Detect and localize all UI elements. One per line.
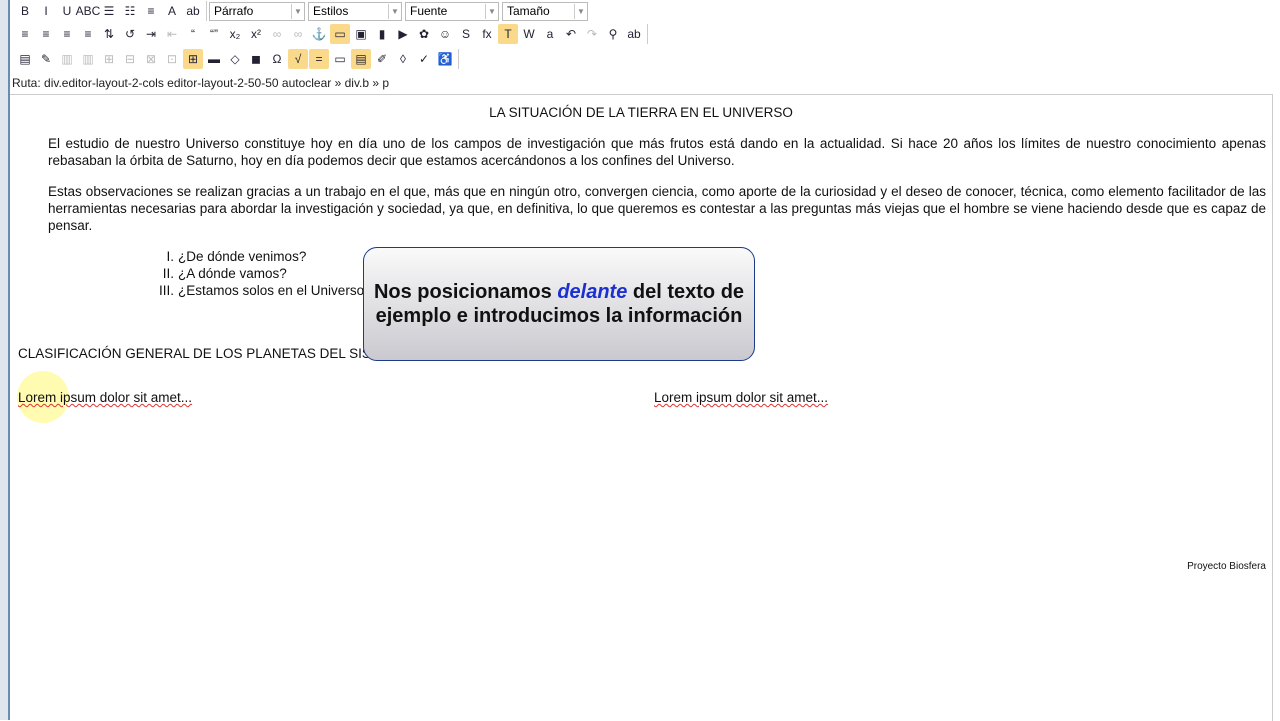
align-left-icon[interactable]: ≡	[15, 24, 35, 44]
justify-icon[interactable]: ≡	[78, 24, 98, 44]
list-number: I.	[166, 249, 174, 264]
rtl-icon[interactable]: ↺	[120, 24, 140, 44]
people-icon[interactable]: ☺	[435, 24, 455, 44]
special-char-icon[interactable]: Ω	[267, 49, 287, 69]
highlight-color-icon[interactable]: ab	[183, 1, 203, 21]
bold-icon[interactable]: B	[15, 1, 35, 21]
underline-icon[interactable]: U	[57, 1, 77, 21]
cite-icon[interactable]: “”	[204, 24, 224, 44]
list-text: ¿A dónde vamos?	[178, 266, 287, 281]
chevron-down-icon[interactable]: ▼	[485, 3, 498, 19]
list-item: I. ¿De dónde venimos?	[150, 248, 372, 265]
callout-text: Nos posicionamos	[373, 281, 558, 303]
toolbar-row-1: B I U ABC ☰ ☷ ≡ Aab Párrafo ▼ Estilos ▼ Fuente ▼ Tama…	[12, 0, 591, 22]
note-icon[interactable]: ▭	[330, 24, 350, 44]
instruction-callout: Nos posicionamos delante del texto de ej…	[363, 247, 755, 361]
toolbar-row-2: ≡ ≡ ≡ ≡ ⇅ ↺ ⇥ ⇤ ““” x₂ x² ∞ ∞ ⚓ ▭ ▣ ▮ ▶ ✿ ☺ Sfx T Wa ↶ ↷ ⚲ ab	[12, 23, 648, 45]
spellcheck-icon[interactable]: ✓	[414, 49, 434, 69]
align-center-icon[interactable]: ≡	[36, 24, 56, 44]
blockquote-icon[interactable]: “	[183, 24, 203, 44]
select-label: Fuente	[410, 4, 448, 18]
editor-area[interactable]: LA SITUACIÓN DE LA TIERRA EN EL UNIVERSO…	[10, 94, 1273, 721]
image-icon[interactable]: ▣	[351, 24, 371, 44]
math-icon[interactable]: √	[288, 49, 308, 69]
youtube-icon[interactable]: ▶	[393, 24, 413, 44]
numbered-list-icon[interactable]: ☷	[120, 1, 140, 21]
select-label: Tamaño	[507, 4, 550, 18]
replace-icon[interactable]: ab	[624, 24, 644, 44]
footer-text: Proyecto Biosfera	[1187, 561, 1266, 572]
accessibility-icon[interactable]: ♿	[435, 49, 455, 69]
table-props-icon[interactable]: ⊡	[162, 49, 182, 69]
paste-word-icon[interactable]: W	[519, 24, 539, 44]
superscript-icon[interactable]: x²	[246, 24, 266, 44]
select-all-icon[interactable]: a	[540, 24, 560, 44]
code-icon[interactable]: ◇	[225, 49, 245, 69]
horizontal-rule-icon[interactable]: ▬	[204, 49, 224, 69]
table-row-icon[interactable]: ▥	[57, 49, 77, 69]
question-list: I. ¿De dónde venimos? II. ¿A dónde vamos? II…	[150, 248, 372, 299]
outdent-icon[interactable]: ⇤	[162, 24, 182, 44]
strikethrough-icon[interactable]: ABC	[76, 1, 101, 21]
ltr-icon[interactable]: ⇅	[99, 24, 119, 44]
select-label: Estilos	[313, 4, 349, 18]
eraser-icon[interactable]: ◊	[393, 49, 413, 69]
italic-icon[interactable]: I	[36, 1, 56, 21]
table-col-icon[interactable]: ▥	[78, 49, 98, 69]
chevron-down-icon[interactable]: ▼	[388, 3, 401, 19]
embed-icon[interactable]: ◼	[246, 49, 266, 69]
subscript-icon[interactable]: x₂	[225, 24, 245, 44]
bulleted-list-icon[interactable]: ☰	[99, 1, 119, 21]
undo-icon[interactable]: ↶	[561, 24, 581, 44]
align-icon[interactable]: ≡	[141, 1, 161, 21]
cell-icon[interactable]: ⊞	[99, 49, 119, 69]
form-icon[interactable]: ✎	[36, 49, 56, 69]
list-item: III. ¿Estamos solos en el Universo?	[150, 282, 372, 299]
chevron-down-icon[interactable]: ▼	[574, 3, 587, 19]
redo-icon[interactable]: ↷	[582, 24, 602, 44]
link-icon[interactable]: ∞	[267, 24, 287, 44]
element-path: Ruta: div.editor-layout-2-cols editor-la…	[12, 76, 390, 90]
toolbar-row-3: ▤ ✎ ▥ ▥ ⊞ ⊟ ⊠ ⊡ ⊞ ▬ ◇ ◼ Ω √ = ▭ ▤ ✐ ◊ ✓ ♿	[12, 48, 459, 70]
document-title: LA SITUACIÓN DE LA TIERRA EN EL UNIVERSO	[489, 105, 793, 120]
select-label: Párrafo	[214, 4, 254, 18]
callout-emphasis: delante	[557, 281, 628, 303]
list-text: ¿De dónde venimos?	[178, 249, 307, 264]
window-edge	[0, 0, 10, 720]
clean-icon[interactable]: ✐	[372, 49, 392, 69]
cell-merge-icon[interactable]: ⊟	[120, 49, 140, 69]
equals-icon[interactable]: =	[309, 49, 329, 69]
paste-text-icon[interactable]: T	[498, 24, 518, 44]
source-icon[interactable]: ▤	[351, 49, 371, 69]
find-icon[interactable]: ⚲	[603, 24, 623, 44]
select-3[interactable]: Tamaño ▼	[502, 1, 588, 21]
paragraph-2: Estas observaciones se realizan gracias …	[48, 184, 1266, 233]
unlink-icon[interactable]: ∞	[288, 24, 308, 44]
scribd-icon[interactable]: S	[456, 24, 476, 44]
text-color-icon[interactable]: A	[162, 1, 182, 21]
align-right-icon[interactable]: ≡	[57, 24, 77, 44]
select-0[interactable]: Párrafo ▼	[209, 1, 305, 21]
column-1-text[interactable]: Lorem ipsum dolor sit amet...	[18, 389, 192, 406]
list-text: ¿Estamos solos en el Universo?	[178, 283, 372, 298]
list-number: II.	[162, 266, 174, 281]
template-icon[interactable]: ▤	[15, 49, 35, 69]
picasa-icon[interactable]: ✿	[414, 24, 434, 44]
cell-split-icon[interactable]: ⊠	[141, 49, 161, 69]
html-icon[interactable]: ▭	[330, 49, 350, 69]
video-icon[interactable]: ▮	[372, 24, 392, 44]
paragraph-1: El estudio de nuestro Universo constituy…	[48, 136, 1266, 168]
column-2-text[interactable]: Lorem ipsum dolor sit amet...	[654, 389, 828, 406]
select-2[interactable]: Fuente ▼	[405, 1, 499, 21]
anchor-icon[interactable]: ⚓	[309, 24, 329, 44]
formula-icon[interactable]: fx	[477, 24, 497, 44]
list-item: II. ¿A dónde vamos?	[150, 265, 372, 282]
list-number: III.	[158, 283, 174, 298]
table-icon[interactable]: ⊞	[183, 49, 203, 69]
select-1[interactable]: Estilos ▼	[308, 1, 402, 21]
indent-icon[interactable]: ⇥	[141, 24, 161, 44]
chevron-down-icon[interactable]: ▼	[291, 3, 304, 19]
